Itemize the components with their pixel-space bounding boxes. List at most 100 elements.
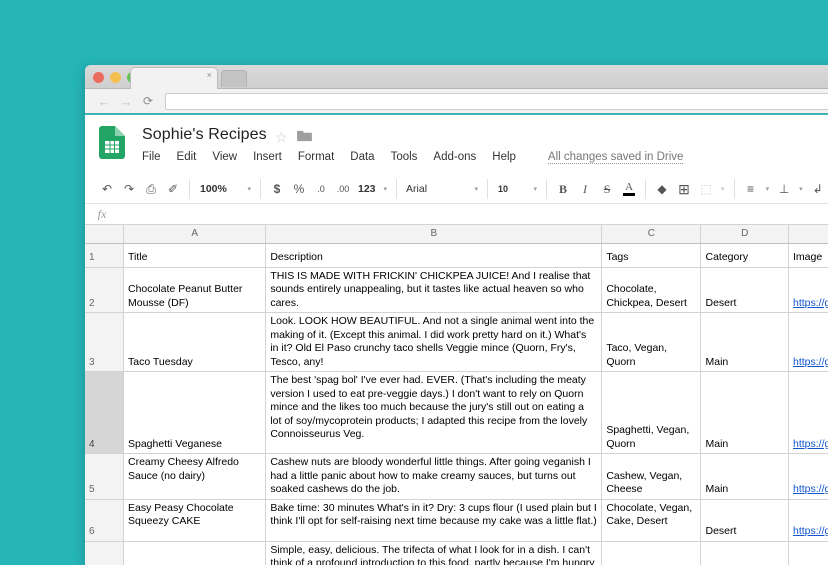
row-header-1[interactable]: 1 xyxy=(85,243,124,268)
star-icon[interactable]: ☆ xyxy=(275,129,288,146)
select-all-corner[interactable] xyxy=(85,225,124,244)
menu-format[interactable]: Format xyxy=(298,151,334,163)
strikethrough-button[interactable]: S xyxy=(597,179,617,199)
halign-chevron-down-icon[interactable]: ▾ xyxy=(763,185,773,193)
row-header-2[interactable]: 2 xyxy=(85,267,124,313)
cell-b2[interactable]: THIS IS MADE WITH FRICKIN' CHICKPEA JUIC… xyxy=(265,267,603,313)
merge-cells-icon[interactable]: ⬚ xyxy=(696,179,716,199)
column-header-c[interactable]: C xyxy=(601,225,702,244)
cell-c2[interactable]: Chocolate, Chickpea, Desert xyxy=(601,267,702,313)
font-family-select[interactable]: Arial ▾ xyxy=(403,183,481,195)
minimize-window-button[interactable] xyxy=(110,72,121,83)
cell-c3[interactable]: Taco, Vegan, Quorn xyxy=(601,312,702,372)
italic-button[interactable]: I xyxy=(575,179,595,199)
menu-help[interactable]: Help xyxy=(492,151,516,163)
text-color-button[interactable]: A xyxy=(619,179,639,199)
more-formats-button[interactable]: 123 xyxy=(355,183,379,195)
menu-view[interactable]: View xyxy=(212,151,237,163)
cell-d7[interactable] xyxy=(700,541,789,565)
image-link[interactable]: https://getupands xyxy=(793,525,828,539)
formula-input[interactable] xyxy=(119,204,828,224)
cell-a7[interactable] xyxy=(123,541,267,565)
column-header-a[interactable]: A xyxy=(123,225,267,244)
cell-b5[interactable]: Cashew nuts are bloody wonderful little … xyxy=(265,453,603,500)
browser-tab-active[interactable]: × xyxy=(130,67,218,89)
cell-a2[interactable]: Chocolate Peanut Butter Mousse (DF) xyxy=(123,267,267,313)
image-link[interactable]: https://getupands xyxy=(793,356,828,370)
text-wrap-icon[interactable]: ↲ xyxy=(808,179,828,199)
menu-data[interactable]: Data xyxy=(350,151,374,163)
paint-format-icon[interactable]: ✐ xyxy=(163,179,183,199)
cell-d5[interactable]: Main xyxy=(700,453,789,500)
print-icon[interactable]: ⎙ xyxy=(141,179,161,199)
currency-format-button[interactable]: $ xyxy=(267,179,287,199)
image-link[interactable]: https://getupands xyxy=(793,438,828,452)
cell-b4[interactable]: The best 'spag bol' I've ever had. EVER.… xyxy=(265,371,603,454)
spreadsheet-grid[interactable]: A B C D E F 1 Title Description Tags Cat… xyxy=(85,225,828,565)
save-status-label[interactable]: All changes saved in Drive xyxy=(547,151,684,164)
row-header-5[interactable]: 5 xyxy=(85,453,124,500)
cell-c6[interactable]: Chocolate, Vegan, Cake, Desert xyxy=(601,499,702,542)
undo-icon[interactable]: ↶ xyxy=(97,179,117,199)
column-header-e[interactable]: E xyxy=(788,225,828,244)
image-link[interactable]: https://getupands xyxy=(793,297,828,311)
font-size-select[interactable]: 10 ▾ xyxy=(494,184,540,194)
cell-c4[interactable]: Spaghetti, Vegan, Quorn xyxy=(601,371,702,454)
decrease-decimal-button[interactable]: .0 xyxy=(311,179,331,199)
menu-edit[interactable]: Edit xyxy=(177,151,197,163)
bold-button[interactable]: B xyxy=(553,179,573,199)
forward-icon[interactable]: → xyxy=(115,95,137,108)
valign-chevron-down-icon[interactable]: ▾ xyxy=(796,185,806,193)
column-header-d[interactable]: D xyxy=(700,225,789,244)
cell-e3[interactable]: https://getupands xyxy=(788,312,828,372)
more-formats-chevron-down-icon[interactable]: ▾ xyxy=(381,185,391,193)
cell-e4[interactable]: https://getupands xyxy=(788,371,828,454)
close-window-button[interactable] xyxy=(93,72,104,83)
percent-format-button[interactable]: % xyxy=(289,179,309,199)
column-header-b[interactable]: B xyxy=(265,225,603,244)
row-header-6[interactable]: 6 xyxy=(85,499,124,542)
redo-icon[interactable]: ↷ xyxy=(119,179,139,199)
cell-b7[interactable]: Simple, easy, delicious. The trifecta of… xyxy=(265,541,603,565)
row-header-7[interactable]: 7 xyxy=(85,541,124,565)
menu-tools[interactable]: Tools xyxy=(391,151,418,163)
cell-b1[interactable]: Description xyxy=(265,243,603,268)
menu-add-ons[interactable]: Add-ons xyxy=(433,151,476,163)
cell-d4[interactable]: Main xyxy=(700,371,789,454)
cell-b6[interactable]: Bake time: 30 minutes What's in it? Dry:… xyxy=(265,499,603,542)
tab-close-icon[interactable]: × xyxy=(207,71,212,80)
borders-icon[interactable]: ⊞ xyxy=(674,179,694,199)
url-input[interactable] xyxy=(165,92,828,110)
cell-d3[interactable]: Main xyxy=(700,312,789,372)
folder-icon[interactable] xyxy=(297,130,312,142)
row-header-3[interactable]: 3 xyxy=(85,312,124,372)
cell-c1[interactable]: Tags xyxy=(601,243,702,268)
cell-e5[interactable]: https://getupands xyxy=(788,453,828,500)
cell-d1[interactable]: Category xyxy=(700,243,789,268)
cell-c5[interactable]: Cashew, Vegan, Cheese xyxy=(601,453,702,500)
increase-decimal-button[interactable]: .00 xyxy=(333,179,353,199)
cell-e2[interactable]: https://getupands xyxy=(788,267,828,313)
merge-chevron-down-icon[interactable]: ▾ xyxy=(718,185,728,193)
zoom-select[interactable]: 100% ▾ xyxy=(196,183,254,195)
reload-icon[interactable]: ⟳ xyxy=(137,95,159,107)
cell-a4[interactable]: Spaghetti Veganese xyxy=(123,371,267,454)
cell-a6[interactable]: Easy Peasy Chocolate Squeezy CAKE xyxy=(123,499,267,542)
cell-d2[interactable]: Desert xyxy=(700,267,789,313)
cell-a1[interactable]: Title xyxy=(123,243,267,268)
row-header-4[interactable]: 4 xyxy=(85,371,124,454)
cell-e1[interactable]: Image xyxy=(788,243,828,268)
menu-file[interactable]: File xyxy=(142,151,161,163)
cell-e7[interactable] xyxy=(788,541,828,565)
image-link[interactable]: https://getupands xyxy=(793,483,828,497)
back-icon[interactable]: ← xyxy=(93,95,115,108)
cell-b3[interactable]: Look. LOOK HOW BEAUTIFUL. And not a sing… xyxy=(265,312,603,372)
fill-color-icon[interactable]: ◆ xyxy=(652,179,672,199)
horizontal-align-icon[interactable]: ≡ xyxy=(741,179,761,199)
cell-d6[interactable]: Desert xyxy=(700,499,789,542)
cell-c7[interactable]: Salad, Vegan, xyxy=(601,541,702,565)
new-tab-button[interactable] xyxy=(221,70,247,87)
menu-insert[interactable]: Insert xyxy=(253,151,282,163)
cell-a3[interactable]: Taco Tuesday xyxy=(123,312,267,372)
cell-a5[interactable]: Creamy Cheesy Alfredo Sauce (no dairy) xyxy=(123,453,267,500)
